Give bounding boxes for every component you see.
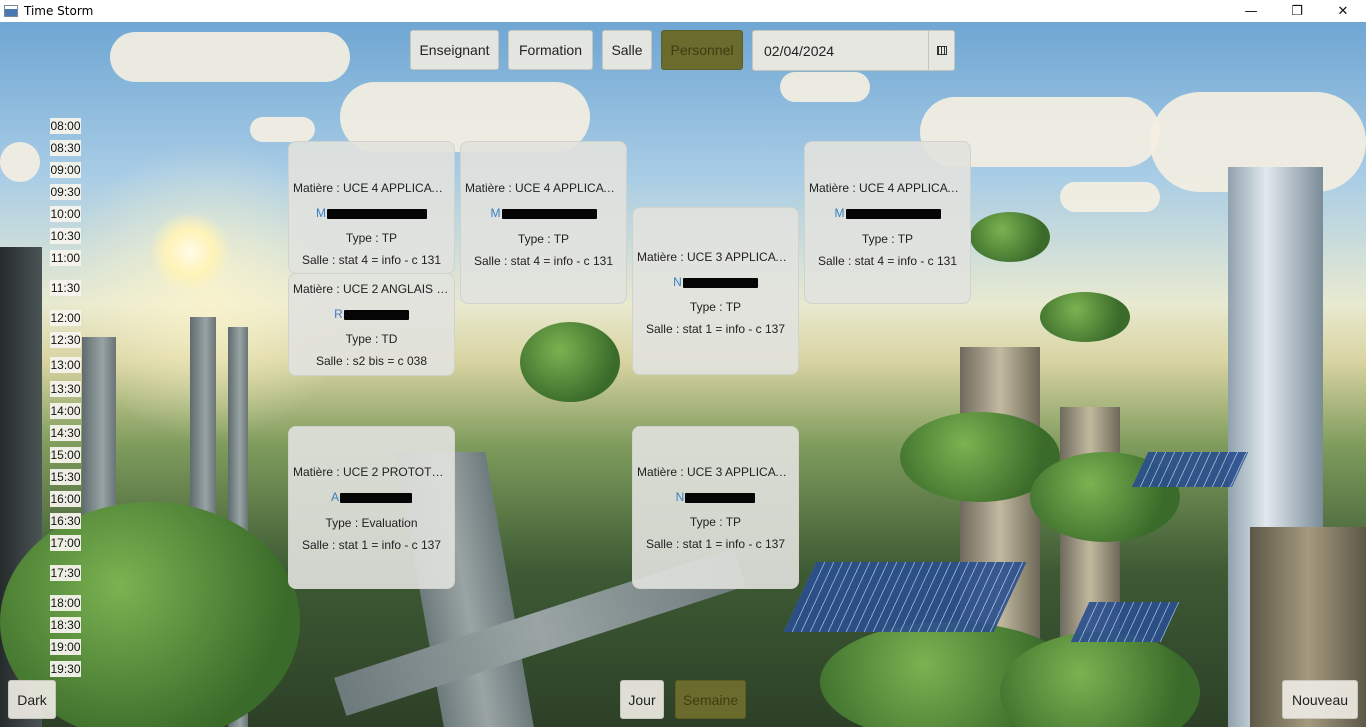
course-subject: Matière : UCE 4 APPLICATIO... [809,181,970,195]
time-label: 08:00 [50,118,81,134]
time-label: 10:00 [50,206,81,222]
cloud [1060,182,1160,212]
time-label: 17:30 [50,565,81,581]
solar-panel [1131,452,1249,487]
redacted-name [343,309,409,320]
course-teacher: M [289,206,454,220]
course-card[interactable]: Matière : UCE 3 APPLICATIO... N Type : T… [632,207,799,375]
tab-personnel[interactable]: Personnel [661,30,743,70]
course-teacher: N [633,275,798,289]
cloud [780,72,870,102]
course-subject: Matière : UCE 2 PROTOTYPA... [293,465,454,479]
dark-mode-button[interactable]: Dark [8,680,56,719]
window-controls: — ❐ ✕ [1228,0,1366,22]
time-label: 17:00 [50,535,81,551]
course-room: Salle : stat 4 = info - c 131 [301,253,442,267]
tab-salle[interactable]: Salle [602,30,652,70]
redacted-name [845,208,941,219]
app-icon [4,5,18,17]
course-room: Salle : stat 4 = info - c 131 [473,254,614,268]
course-subject: Matière : UCE 3 APPLICATIO... [637,250,798,264]
tree [520,322,620,402]
title-bar: Time Storm — ❐ ✕ [0,0,1366,22]
time-label: 19:30 [50,661,81,677]
course-teacher: M [805,206,970,220]
course-room: Salle : stat 1 = info - c 137 [645,537,786,551]
tree [970,212,1050,262]
course-teacher: R [289,307,454,321]
time-label: 12:30 [50,332,81,348]
time-label: 09:30 [50,184,81,200]
redacted-name [340,492,412,503]
time-label: 15:00 [50,447,81,463]
time-label: 15:30 [50,469,81,485]
time-label: 14:00 [50,403,81,419]
redacted-name [682,277,758,288]
course-teacher: N [633,490,798,504]
course-type: Type : TP [345,231,398,245]
course-teacher: A [289,490,454,504]
course-type: Type : TD [345,332,398,346]
minimize-button[interactable]: — [1228,0,1274,22]
time-label: 13:30 [50,381,81,397]
course-room: Salle : stat 4 = info - c 131 [817,254,958,268]
date-picker[interactable]: 02/04/2024 [752,30,955,71]
date-field[interactable]: 02/04/2024 [764,43,834,59]
week-view-button[interactable]: Semaine [675,680,746,719]
course-teacher: M [461,206,626,220]
course-type: Type : TP [689,300,742,314]
course-subject: Matière : UCE 3 APPLICATIO... [637,465,798,479]
course-room: Salle : s2 bis = c 038 [315,354,428,368]
cloud [0,142,40,182]
course-card[interactable]: Matière : UCE 4 APPLICATIO... M Type : T… [804,141,971,304]
time-label: 11:00 [50,250,81,266]
course-subject: Matière : UCE 2 ANGLAIS (OR... [293,282,454,296]
course-type: Type : Evaluation [325,516,418,530]
solar-panel [783,562,1027,632]
course-subject: Matière : UCE 4 APPLICATIO... [465,181,626,195]
course-type: Type : TP [517,232,570,246]
calendar-icon [936,46,947,55]
course-card[interactable]: Matière : UCE 3 APPLICATIO... N Type : T… [632,426,799,589]
course-card[interactable]: Matière : UCE 4 APPLICATIO... M Type : T… [288,141,455,274]
time-label: 08:30 [50,140,81,156]
time-label: 12:00 [50,310,81,326]
tree [1040,292,1130,342]
sun [150,212,230,292]
time-label: 13:00 [50,357,81,373]
solar-panel [1070,602,1180,642]
course-room: Salle : stat 1 = info - c 137 [645,322,786,336]
redacted-name [685,492,756,503]
day-view-button[interactable]: Jour [620,680,664,719]
time-label: 14:30 [50,425,81,441]
course-subject: Matière : UCE 4 APPLICATIO... [293,181,454,195]
new-event-button[interactable]: Nouveau [1282,680,1358,719]
close-button[interactable]: ✕ [1320,0,1366,22]
window-title: Time Storm [24,4,94,18]
tab-formation[interactable]: Formation [508,30,593,70]
course-type: Type : TP [689,515,742,529]
calendar-button[interactable] [928,31,954,70]
redacted-name [327,208,427,219]
time-label: 10:30 [50,228,81,244]
cloud [250,117,315,142]
course-type: Type : TP [861,232,914,246]
course-card[interactable]: Matière : UCE 2 ANGLAIS (OR... R Type : … [288,273,455,376]
time-label: 09:00 [50,162,81,178]
time-label: 11:30 [50,280,81,296]
time-label: 16:30 [50,513,81,529]
time-label: 16:00 [50,491,81,507]
redacted-name [501,208,597,219]
course-card[interactable]: Matière : UCE 4 APPLICATIO... M Type : T… [460,141,627,304]
cloud [110,32,350,82]
tab-enseignant[interactable]: Enseignant [410,30,499,70]
time-label: 19:00 [50,639,81,655]
time-label: 18:00 [50,595,81,611]
time-label: 18:30 [50,617,81,633]
course-room: Salle : stat 1 = info - c 137 [301,538,442,552]
course-card[interactable]: Matière : UCE 2 PROTOTYPA... A Type : Ev… [288,426,455,589]
restore-button[interactable]: ❐ [1274,0,1320,22]
